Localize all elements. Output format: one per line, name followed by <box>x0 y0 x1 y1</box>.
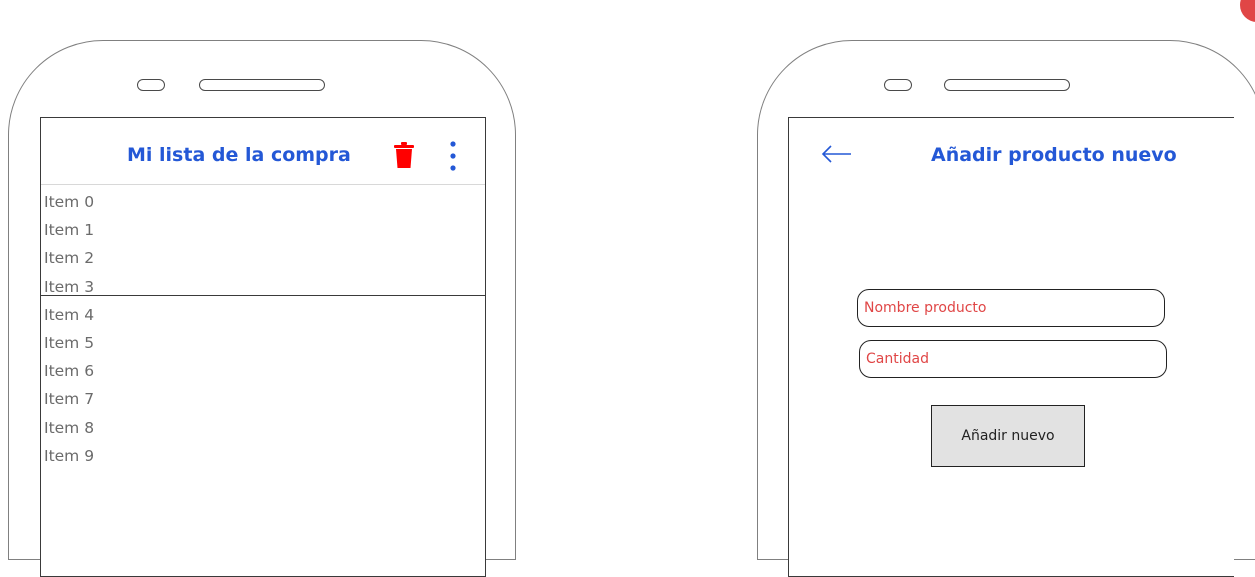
phone-frame-add: Añadir producto nuevo Añadir nuevo <box>757 40 1255 577</box>
back-arrow-icon[interactable] <box>819 142 853 166</box>
phone-frame-list: Mi lista de la compra Item 0 Item 1 Item… <box>8 40 516 577</box>
speaker-slot <box>199 79 325 91</box>
notification-dot <box>1240 0 1255 22</box>
list-item[interactable]: Item 9 <box>44 442 94 470</box>
shopping-list: Item 0 Item 1 Item 2 Item 3 Item 4 Item … <box>44 188 94 470</box>
divider <box>41 295 486 296</box>
add-product-screen: Añadir producto nuevo Añadir nuevo <box>788 117 1234 577</box>
front-camera <box>137 79 165 91</box>
list-item[interactable]: Item 0 <box>44 188 94 216</box>
list-item[interactable]: Item 3 <box>44 273 94 301</box>
list-item[interactable]: Item 1 <box>44 216 94 244</box>
list-item[interactable]: Item 4 <box>44 301 94 329</box>
list-item[interactable]: Item 7 <box>44 385 94 413</box>
more-vert-icon[interactable] <box>445 140 461 172</box>
list-item[interactable]: Item 5 <box>44 329 94 357</box>
app-bar: Mi lista de la compra <box>41 118 485 185</box>
product-name-input[interactable] <box>857 289 1165 327</box>
add-new-button[interactable]: Añadir nuevo <box>931 405 1085 467</box>
speaker-slot <box>944 79 1070 91</box>
app-bar: Añadir producto nuevo <box>789 118 1234 184</box>
page-title: Mi lista de la compra <box>127 144 351 166</box>
list-screen: Mi lista de la compra Item 0 Item 1 Item… <box>40 117 486 577</box>
trash-icon[interactable] <box>394 142 414 168</box>
front-camera <box>884 79 912 91</box>
list-item[interactable]: Item 8 <box>44 414 94 442</box>
list-item[interactable]: Item 6 <box>44 357 94 385</box>
quantity-input[interactable] <box>859 340 1167 378</box>
list-item[interactable]: Item 2 <box>44 244 94 272</box>
page-title: Añadir producto nuevo <box>931 144 1177 166</box>
